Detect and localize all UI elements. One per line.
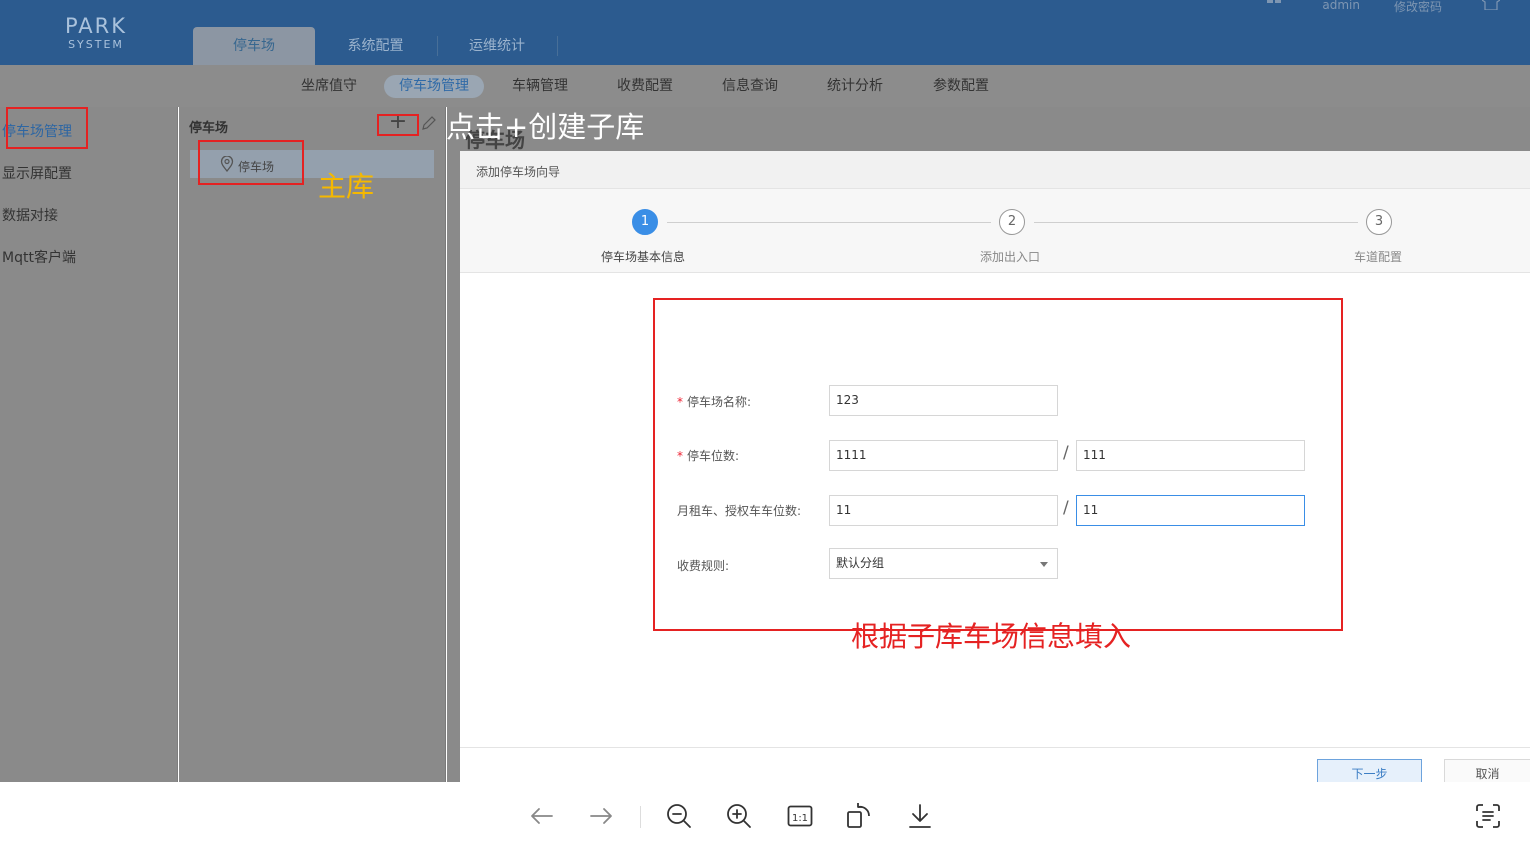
top-tab-divider [557,36,558,56]
sidebar-item-display-config[interactable]: 显示屏配置 [2,163,72,183]
zoom-out-icon[interactable] [665,802,693,830]
annotation-box-add-button [377,114,419,136]
tree-panel-title: 停车场 [189,121,229,136]
step-2-circle: 2 [999,209,1025,235]
sidebar-item-mqtt-client[interactable]: Mqtt客户端 [2,247,76,267]
cancel-button[interactable]: 取消 [1444,759,1530,782]
actual-size-label: 1:1 [792,813,808,824]
image-viewer-toolbar: 1:1 [0,782,1530,849]
annotation-box-form [653,298,1343,631]
subnav-item-parking-management[interactable]: 停车场管理 [384,75,484,98]
actual-size-icon[interactable]: 1:1 [786,802,814,830]
top-tab-parking[interactable]: 停车场 [193,27,315,65]
annotation-main-library: 主库 [318,170,375,203]
annotation-fill-hint: 根据子库车场信息填入 [851,620,1132,653]
arrow-left-icon[interactable] [528,802,556,830]
step-connector-line [667,222,991,223]
parking-tree-panel: 停车场 停车场 [179,107,446,782]
subnav-item-info-query[interactable]: 信息查询 [722,75,778,98]
step-3-label: 车道配置 [1354,250,1403,264]
modal-footer: 下一步 取消 [460,747,1530,782]
step-2-label: 添加出入口 [980,250,1041,264]
ocr-icon[interactable] [1474,802,1502,830]
modal-header: 添加停车场向导 [460,151,1530,189]
subnav-item-statistics[interactable]: 统计分析 [827,75,883,98]
annotation-box-sidebar [6,107,88,149]
step-1-label: 停车场基本信息 [601,250,686,264]
next-step-button[interactable]: 下一步 [1317,759,1422,782]
subnav-item-seat-duty[interactable]: 坐席值守 [301,75,357,98]
step-connector-line [1034,222,1358,223]
sub-navigation: 坐席值守 停车场管理 车辆管理 收费配置 信息查询 统计分析 参数配置 [0,65,1530,107]
shirt-icon[interactable] [1481,0,1501,13]
step-3-circle: 3 [1366,209,1392,235]
park-system-logo: PARK SYSTEM [60,14,132,51]
step-1-circle: 1 [632,209,658,235]
change-password-link[interactable]: 修改密码 [1394,0,1442,15]
arrow-right-icon[interactable] [587,802,615,830]
rotate-icon[interactable] [845,802,873,830]
zoom-in-icon[interactable] [725,802,753,830]
annotation-box-main-node [198,140,304,185]
wizard-steps: 1 2 3 停车场基本信息 添加出入口 车道配置 [460,189,1530,273]
logo-text-system: SYSTEM [68,38,124,51]
subnav-item-fee-config[interactable]: 收费配置 [617,75,673,98]
top-tab-system-config[interactable]: 系统配置 [328,27,423,65]
username-link[interactable]: admin [1322,0,1360,12]
subnav-item-vehicle-management[interactable]: 车辆管理 [512,75,568,98]
top-tab-divider [437,36,438,56]
download-icon[interactable] [906,802,934,830]
annotation-click-hint: 点击+创建子库 [446,110,645,144]
subnav-item-params-config[interactable]: 参数配置 [933,75,989,98]
top-header: PARK SYSTEM 停车场 系统配置 运维统计 admin 修改密码 [0,0,1530,65]
logo-text-park: PARK [64,14,128,38]
edit-pencil-icon[interactable] [420,114,438,132]
modal-title: 添加停车场向导 [476,165,561,179]
sidebar-item-data-integration[interactable]: 数据对接 [2,205,58,225]
screenshot-viewport: PARK SYSTEM 停车场 系统配置 运维统计 admin 修改密码 坐席值… [0,0,1530,782]
top-tab-ops-stats[interactable]: 运维统计 [452,27,542,65]
grid-icon[interactable] [1267,0,1285,10]
left-sidebar: 停车场管理 显示屏配置 数据对接 Mqtt客户端 [0,107,178,782]
toolbar-divider [640,806,641,828]
